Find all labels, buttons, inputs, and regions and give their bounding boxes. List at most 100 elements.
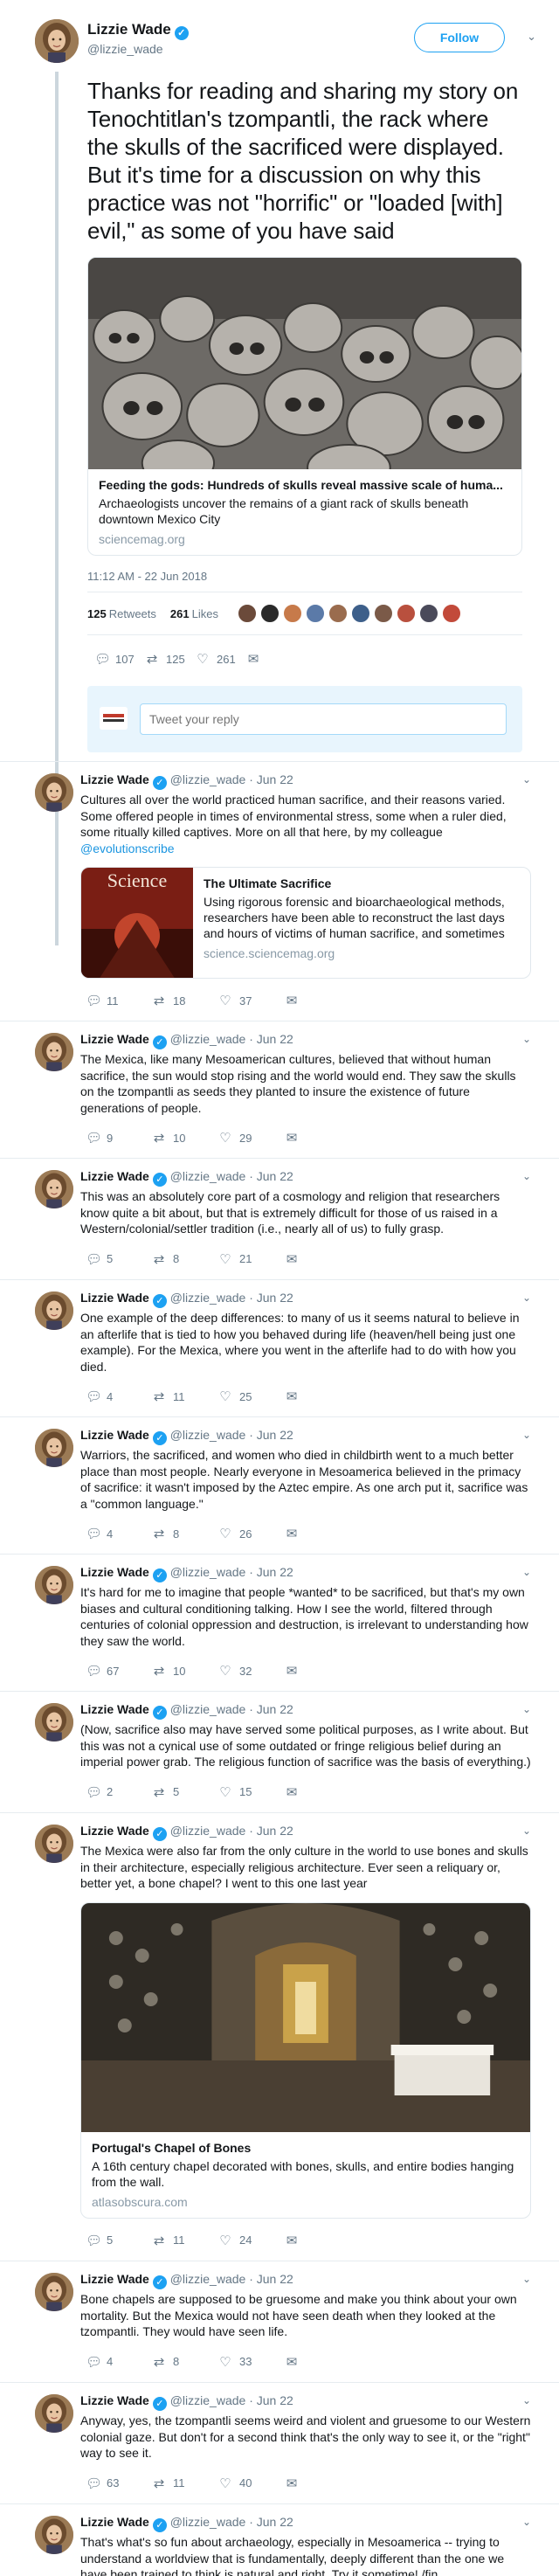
author-name[interactable]: Lizzie Wade	[80, 1291, 149, 1305]
reply-button[interactable]: 💬︎ 4	[86, 1388, 152, 1404]
like-button[interactable]: ♡ 26	[218, 1526, 285, 1541]
tweet-date[interactable]: Jun 22	[257, 1032, 293, 1046]
like-button[interactable]: ♡ 21	[218, 1251, 285, 1267]
chevron-down-icon[interactable]: ⌄	[522, 1290, 531, 1305]
reply-button[interactable]: 💬︎ 9	[86, 1130, 152, 1146]
author-handle[interactable]: @lizzie_wade	[170, 2272, 246, 2286]
author-name[interactable]: Lizzie Wade	[80, 1032, 149, 1046]
retweet-button[interactable]: ⇄ 11	[152, 2476, 218, 2491]
retweet-button[interactable]: ⇄ 8	[152, 2354, 218, 2370]
like-button[interactable]: ♡ 32	[218, 1663, 285, 1679]
retweet-button[interactable]: ⇄ 18	[152, 993, 218, 1008]
like-button[interactable]: ♡ 261	[196, 651, 246, 667]
reply-button[interactable]: 💬︎ 11	[86, 993, 152, 1008]
message-button[interactable]: ✉	[285, 2476, 351, 2491]
liker-avatar[interactable]	[350, 604, 370, 623]
chevron-down-icon[interactable]: ⌄	[522, 1427, 531, 1443]
author-name[interactable]: Lizzie Wade ✓	[87, 21, 189, 40]
avatar[interactable]	[35, 1429, 73, 1467]
link-card[interactable]: Science The Ultimate Sacrifice Using rigor…	[80, 867, 531, 980]
reply-button[interactable]: 💬︎ 63	[86, 2476, 152, 2491]
liker-avatar[interactable]	[373, 604, 393, 623]
like-button[interactable]: ♡ 40	[218, 2476, 285, 2491]
liker-avatar[interactable]	[328, 604, 348, 623]
author-name[interactable]: Lizzie Wade	[80, 1565, 149, 1579]
reply-button[interactable]: 💬︎ 67	[86, 1663, 152, 1679]
chevron-down-icon[interactable]: ⌄	[522, 1701, 531, 1717]
retweet-button[interactable]: ⇄ 10	[152, 1130, 218, 1146]
chevron-down-icon[interactable]: ⌄	[522, 2392, 531, 2408]
tweet-date[interactable]: Jun 22	[257, 1565, 293, 1579]
like-button[interactable]: ♡ 29	[218, 1130, 285, 1146]
author-handle[interactable]: @lizzie_wade	[170, 1565, 246, 1579]
chevron-down-icon[interactable]: ⌄	[522, 2514, 531, 2530]
avatar[interactable]	[35, 2394, 73, 2433]
tweet-date[interactable]: Jun 22	[257, 1702, 293, 1716]
reply-button[interactable]: 💬︎ 5	[86, 1251, 152, 1267]
retweet-button[interactable]: ⇄ 11	[152, 2233, 218, 2248]
reply-button[interactable]: 💬︎ 2	[86, 1784, 152, 1800]
author-handle[interactable]: @lizzie_wade	[170, 1824, 246, 1838]
retweet-button[interactable]: ⇄ 8	[152, 1251, 218, 1267]
author-name[interactable]: Lizzie Wade	[80, 2393, 149, 2407]
avatar[interactable]	[35, 1170, 73, 1208]
author-handle[interactable]: @lizzie_wade	[170, 1428, 246, 1442]
liker-avatar[interactable]	[418, 604, 438, 623]
reply-button[interactable]: 💬︎ 4	[86, 2354, 152, 2370]
retweet-button[interactable]: ⇄ 5	[152, 1784, 218, 1800]
avatar[interactable]	[35, 1703, 73, 1742]
liker-avatar[interactable]	[259, 604, 280, 623]
message-button[interactable]: ✉	[285, 1251, 351, 1267]
chevron-down-icon[interactable]: ⌄	[522, 1564, 531, 1580]
tweet-date[interactable]: Jun 22	[257, 2515, 293, 2529]
avatar[interactable]	[35, 1566, 73, 1604]
link-card[interactable]: Feeding the gods: Hundreds of skulls rev…	[87, 257, 522, 556]
retweet-button[interactable]: ⇄ 125	[145, 651, 196, 667]
message-button[interactable]: ✉	[285, 2233, 351, 2248]
message-button[interactable]: ✉	[246, 651, 297, 667]
message-button[interactable]: ✉	[285, 2354, 351, 2370]
chevron-down-icon[interactable]: ⌄	[522, 1031, 531, 1047]
avatar[interactable]	[35, 1291, 73, 1330]
like-button[interactable]: ♡ 37	[218, 993, 285, 1008]
tweet-date[interactable]: Jun 22	[257, 1291, 293, 1305]
liker-avatar[interactable]	[282, 604, 302, 623]
like-button[interactable]: ♡ 33	[218, 2354, 285, 2370]
chevron-down-icon[interactable]: ⌄	[522, 772, 531, 787]
liker-avatar[interactable]	[396, 604, 416, 623]
avatar[interactable]	[35, 773, 73, 812]
avatar[interactable]	[35, 1825, 73, 1863]
author-handle[interactable]: @lizzie_wade	[87, 42, 163, 56]
retweet-button[interactable]: ⇄ 11	[152, 1388, 218, 1404]
retweets-stat[interactable]: 125 Retweets	[87, 607, 156, 620]
message-button[interactable]: ✉	[285, 1388, 351, 1404]
avatar[interactable]	[35, 19, 79, 63]
author-handle[interactable]: @lizzie_wade	[170, 1032, 246, 1046]
like-button[interactable]: ♡ 24	[218, 2233, 285, 2248]
author-handle[interactable]: @lizzie_wade	[170, 772, 246, 786]
author-name[interactable]: Lizzie Wade	[80, 1824, 149, 1838]
author-name[interactable]: Lizzie Wade	[80, 772, 149, 786]
avatar[interactable]	[35, 1033, 73, 1071]
message-button[interactable]: ✉	[285, 1526, 351, 1541]
tweet-date[interactable]: Jun 22	[257, 1169, 293, 1183]
message-button[interactable]: ✉	[285, 1663, 351, 1679]
link-card[interactable]: Portugal's Chapel of Bones A 16th century…	[80, 1901, 531, 2219]
like-button[interactable]: ♡ 25	[218, 1388, 285, 1404]
chevron-down-icon[interactable]: ⌄	[522, 1823, 531, 1839]
author-name[interactable]: Lizzie Wade	[80, 1428, 149, 1442]
author-handle[interactable]: @lizzie_wade	[170, 2393, 246, 2407]
tweet-date[interactable]: Jun 22	[257, 2393, 293, 2407]
reply-button[interactable]: 💬︎ 107	[94, 651, 145, 667]
author-handle[interactable]: @lizzie_wade	[170, 1169, 246, 1183]
chevron-down-icon[interactable]: ⌄	[527, 30, 536, 44]
author-handle[interactable]: @lizzie_wade	[170, 2515, 246, 2529]
avatar[interactable]	[35, 2516, 73, 2554]
likes-stat[interactable]: 261 Likes	[170, 607, 218, 620]
author-name[interactable]: Lizzie Wade	[80, 2272, 149, 2286]
author-name[interactable]: Lizzie Wade	[80, 1702, 149, 1716]
message-button[interactable]: ✉	[285, 1130, 351, 1146]
author-handle[interactable]: @lizzie_wade	[170, 1702, 246, 1716]
tweet-date[interactable]: Jun 22	[257, 772, 293, 786]
mention-link[interactable]: @evolutionscribe	[80, 841, 175, 855]
